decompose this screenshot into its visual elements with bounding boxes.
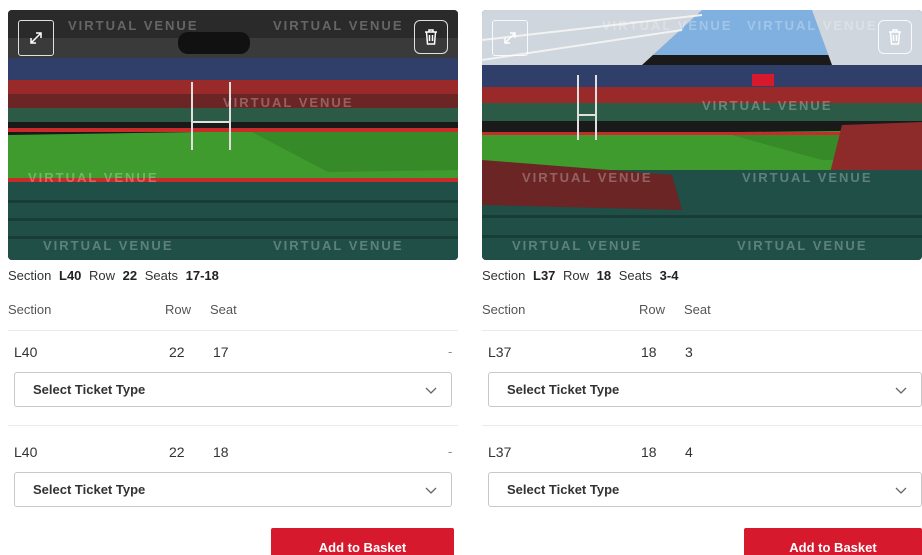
- ticket-seat: 3: [685, 344, 693, 360]
- column-header-row: Row: [639, 302, 666, 317]
- chevron-down-icon: [895, 387, 907, 394]
- add-to-basket-button[interactable]: Add to Basket: [271, 528, 454, 555]
- seat-view-panel-left: VIRTUAL VENUE VIRTUAL VENUE VIRTUAL VENU…: [8, 0, 468, 555]
- stadium-view-image: VIRTUAL VENUE VIRTUAL VENUE VIRTUAL VENU…: [8, 10, 458, 260]
- summary-section-label: Section: [482, 268, 526, 283]
- column-header-row: Row: [165, 302, 192, 317]
- column-header-seat: Seat: [210, 302, 237, 317]
- ticket-type-label: Select Ticket Type: [507, 482, 620, 497]
- seat-summary: Section L37 Row 18 Seats 3-4: [482, 268, 678, 283]
- summary-seats-label: Seats: [144, 268, 179, 283]
- stadium-view-graphic: [482, 10, 922, 260]
- ticket-seat: 17: [213, 344, 229, 360]
- delete-button[interactable]: [878, 20, 912, 54]
- summary-section-label: Section: [8, 268, 52, 283]
- expand-button[interactable]: [18, 20, 54, 56]
- ticket-section: L37: [488, 444, 512, 460]
- ticket-section: L40: [14, 344, 38, 360]
- divider: [482, 330, 922, 331]
- ticket-price: -: [448, 444, 453, 459]
- ticket-section: L37: [488, 344, 512, 360]
- column-header-section: Section: [8, 302, 52, 317]
- divider: [8, 330, 458, 331]
- ticket-type-select[interactable]: Select Ticket Type: [488, 472, 922, 507]
- ticket-type-label: Select Ticket Type: [33, 382, 146, 397]
- summary-section: L37: [533, 268, 556, 283]
- chevron-down-icon: [425, 387, 437, 394]
- summary-seats: 17-18: [185, 268, 219, 283]
- summary-row-label: Row: [89, 268, 116, 283]
- summary-seats: 3-4: [659, 268, 679, 283]
- ticket-section: L40: [14, 444, 38, 460]
- ticket-row: 22: [169, 344, 185, 360]
- ticket-seat: 18: [213, 444, 229, 460]
- trash-icon: [425, 29, 437, 45]
- summary-section: L40: [59, 268, 82, 283]
- ticket-row: 18: [641, 444, 657, 460]
- ticket-type-label: Select Ticket Type: [33, 482, 146, 497]
- summary-row: 18: [596, 268, 612, 283]
- column-header-seat: Seat: [684, 302, 711, 317]
- ticket-type-label: Select Ticket Type: [507, 382, 620, 397]
- summary-row-label: Row: [563, 268, 590, 283]
- stadium-view-graphic: [8, 10, 458, 260]
- divider: [8, 425, 458, 426]
- expand-button[interactable]: [492, 20, 528, 56]
- ticket-type-select[interactable]: Select Ticket Type: [14, 472, 452, 507]
- column-header-section: Section: [482, 302, 526, 317]
- ticket-type-select[interactable]: Select Ticket Type: [14, 372, 452, 407]
- add-to-basket-button[interactable]: Add to Basket: [744, 528, 922, 555]
- trash-icon: [889, 29, 901, 45]
- summary-seats-label: Seats: [618, 268, 653, 283]
- divider: [482, 425, 922, 426]
- seat-summary: Section L40 Row 22 Seats 17-18: [8, 268, 219, 283]
- expand-icon: [504, 32, 516, 44]
- ticket-price: -: [448, 344, 453, 359]
- ticket-type-select[interactable]: Select Ticket Type: [488, 372, 922, 407]
- chevron-down-icon: [895, 487, 907, 494]
- delete-button[interactable]: [414, 20, 448, 54]
- expand-icon: [30, 32, 42, 44]
- summary-row: 22: [122, 268, 138, 283]
- ticket-row: 18: [641, 344, 657, 360]
- ticket-seat: 4: [685, 444, 693, 460]
- seat-view-panel-right: VIRTUAL VENUE VIRTUAL VENUE VIRTUAL VENU…: [482, 0, 922, 555]
- ticket-row: 22: [169, 444, 185, 460]
- chevron-down-icon: [425, 487, 437, 494]
- stadium-view-image: VIRTUAL VENUE VIRTUAL VENUE VIRTUAL VENU…: [482, 10, 922, 260]
